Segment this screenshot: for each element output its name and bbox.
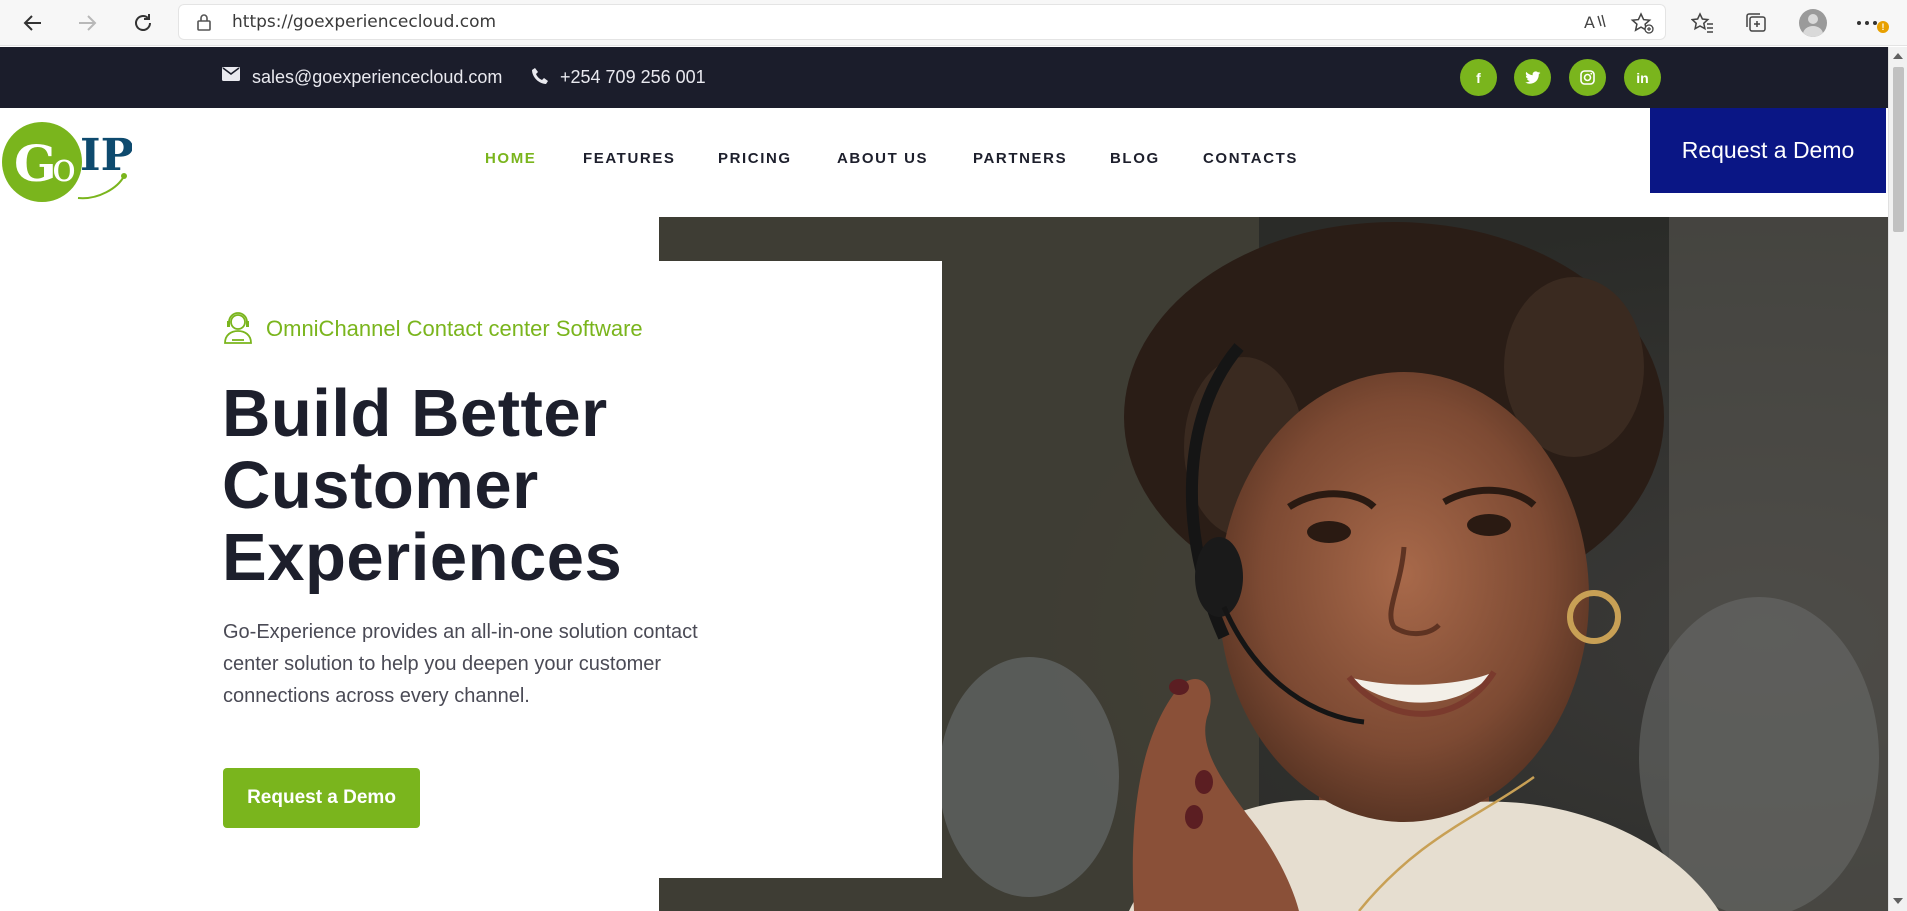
contact-email[interactable]: sales@goexperiencecloud.com	[252, 47, 502, 108]
headline-line-3: Experiences	[222, 520, 623, 595]
page-scrollbar[interactable]	[1888, 47, 1907, 911]
nav-features[interactable]: FEATURES	[583, 150, 676, 167]
hero-headline: Build Better Customer Experiences	[222, 378, 622, 594]
svg-text:G: G	[14, 134, 57, 193]
forward-arrow-icon[interactable]	[72, 8, 102, 38]
headline-line-1: Build Better	[222, 376, 608, 451]
nav-about-us[interactable]: ABOUT US	[837, 150, 928, 167]
nav-pricing[interactable]: PRICING	[718, 150, 792, 167]
headline-line-2: Customer	[222, 448, 539, 523]
scrollbar-thumb[interactable]	[1893, 67, 1904, 232]
profile-avatar[interactable]	[1798, 8, 1828, 38]
favorites-icon[interactable]	[1688, 8, 1718, 38]
browser-toolbar: https://goexperiencecloud.com A !	[0, 0, 1907, 46]
top-info-bar: sales@goexperiencecloud.com +254 709 256…	[0, 47, 1888, 108]
goip-logo[interactable]: G o IP	[2, 120, 134, 204]
back-arrow-icon[interactable]	[18, 8, 48, 38]
nav-blog[interactable]: BLOG	[1110, 150, 1160, 167]
instagram-icon[interactable]	[1569, 59, 1606, 96]
address-bar[interactable]: https://goexperiencecloud.com A	[178, 4, 1666, 40]
facebook-icon[interactable]: f	[1460, 59, 1497, 96]
request-demo-header-button[interactable]: Request a Demo	[1650, 108, 1886, 193]
nav-partners[interactable]: PARTNERS	[973, 150, 1067, 167]
url-text: https://goexperiencecloud.com	[232, 12, 497, 32]
nav-contacts[interactable]: CONTACTS	[1203, 150, 1298, 167]
agent-headset-icon	[222, 310, 254, 349]
lock-icon	[196, 13, 212, 36]
scroll-down-arrow-icon[interactable]	[1893, 898, 1903, 904]
hero-description: Go-Experience provides an all-in-one sol…	[223, 621, 698, 707]
request-demo-hero-button[interactable]: Request a Demo	[223, 768, 420, 828]
linkedin-icon[interactable]: in	[1624, 59, 1661, 96]
envelope-icon	[222, 67, 240, 86]
notification-badge: !	[1877, 21, 1889, 33]
phone-icon	[531, 67, 549, 90]
contact-phone[interactable]: +254 709 256 001	[560, 47, 706, 108]
twitter-icon[interactable]	[1514, 59, 1551, 96]
scroll-up-arrow-icon[interactable]	[1893, 53, 1903, 59]
nav-home[interactable]: HOME	[485, 150, 536, 167]
svg-text:A: A	[1584, 13, 1595, 32]
svg-text:o: o	[52, 145, 76, 191]
collections-icon[interactable]	[1742, 8, 1772, 38]
add-favorite-icon[interactable]	[1630, 12, 1654, 39]
read-aloud-icon[interactable]: A	[1584, 12, 1608, 37]
refresh-icon[interactable]	[128, 8, 158, 38]
hero-subtitle: OmniChannel Contact center Software	[266, 316, 643, 341]
